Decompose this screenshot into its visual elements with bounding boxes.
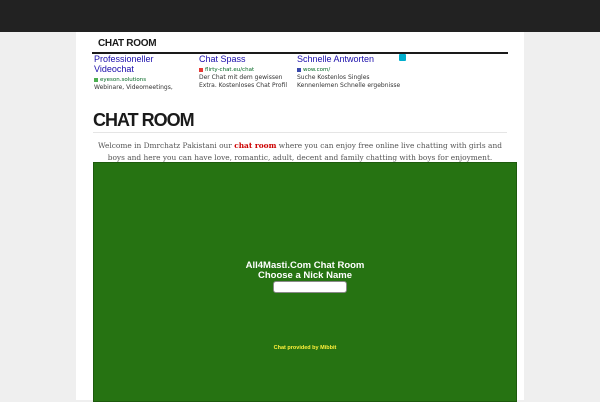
ad-badge-icon (94, 77, 98, 82)
nick-name-input[interactable] (273, 281, 347, 293)
ad-url[interactable]: eyeson.solutions (94, 76, 190, 84)
ad-description: Suche Kostenlos Singles Kennenlemen Schn… (297, 74, 401, 89)
intro-text: Welcome in Dmrchatz Pakistani our chat r… (93, 140, 507, 164)
ad-title-link[interactable]: Professioneller Videochat (94, 54, 190, 74)
ad-item[interactable]: Chat Spass flirty-chat.eu/chat Der Chat … (199, 54, 291, 90)
ad-url-text: eyeson.solutions (100, 77, 147, 83)
chat-embed-frame: All4Masti.Com Chat Room Choose a Nick Na… (93, 162, 517, 402)
ad-title-link[interactable]: Schnelle Antworten (297, 54, 401, 64)
ad-badge-icon (199, 67, 203, 72)
ad-title-link[interactable]: Chat Spass (199, 54, 291, 64)
ad-choices-icon[interactable] (399, 54, 406, 61)
page-container: CHAT ROOM Professioneller Videochat eyes… (76, 32, 524, 402)
ad-block: Professioneller Videochat eyeson.solutio… (94, 54, 408, 100)
nav-bar: CHAT ROOM (92, 36, 508, 54)
ad-description: Webinare, Videomeetings, (94, 84, 173, 91)
ad-url[interactable]: flirty-chat.eu/chat (199, 66, 291, 74)
ad-badge-icon (297, 67, 301, 72)
chat-room-link[interactable]: chat room (234, 141, 276, 150)
top-bar (0, 0, 600, 32)
mibbit-credit-link[interactable]: Chat provided by Mibbit (94, 345, 516, 351)
page-title: CHAT ROOM (93, 110, 195, 130)
title-divider (93, 132, 507, 133)
nav-link-chat-room[interactable]: CHAT ROOM (98, 38, 157, 49)
ad-item[interactable]: Schnelle Antworten wow.com/ Suche Kosten… (297, 54, 401, 90)
ad-item[interactable]: Professioneller Videochat eyeson.solutio… (94, 54, 190, 92)
ad-url-text: wow.com/ (303, 67, 331, 73)
ad-description: Der Chat mit dem gewissen Extra. Kostenl… (199, 74, 288, 89)
nick-name-prompt: Choose a Nick Name (258, 270, 352, 281)
ad-url-text: flirty-chat.eu/chat (205, 67, 255, 73)
ad-url[interactable]: wow.com/ (297, 66, 401, 74)
intro-text-start: Welcome in Dmrchatz Pakistani our (98, 141, 235, 150)
